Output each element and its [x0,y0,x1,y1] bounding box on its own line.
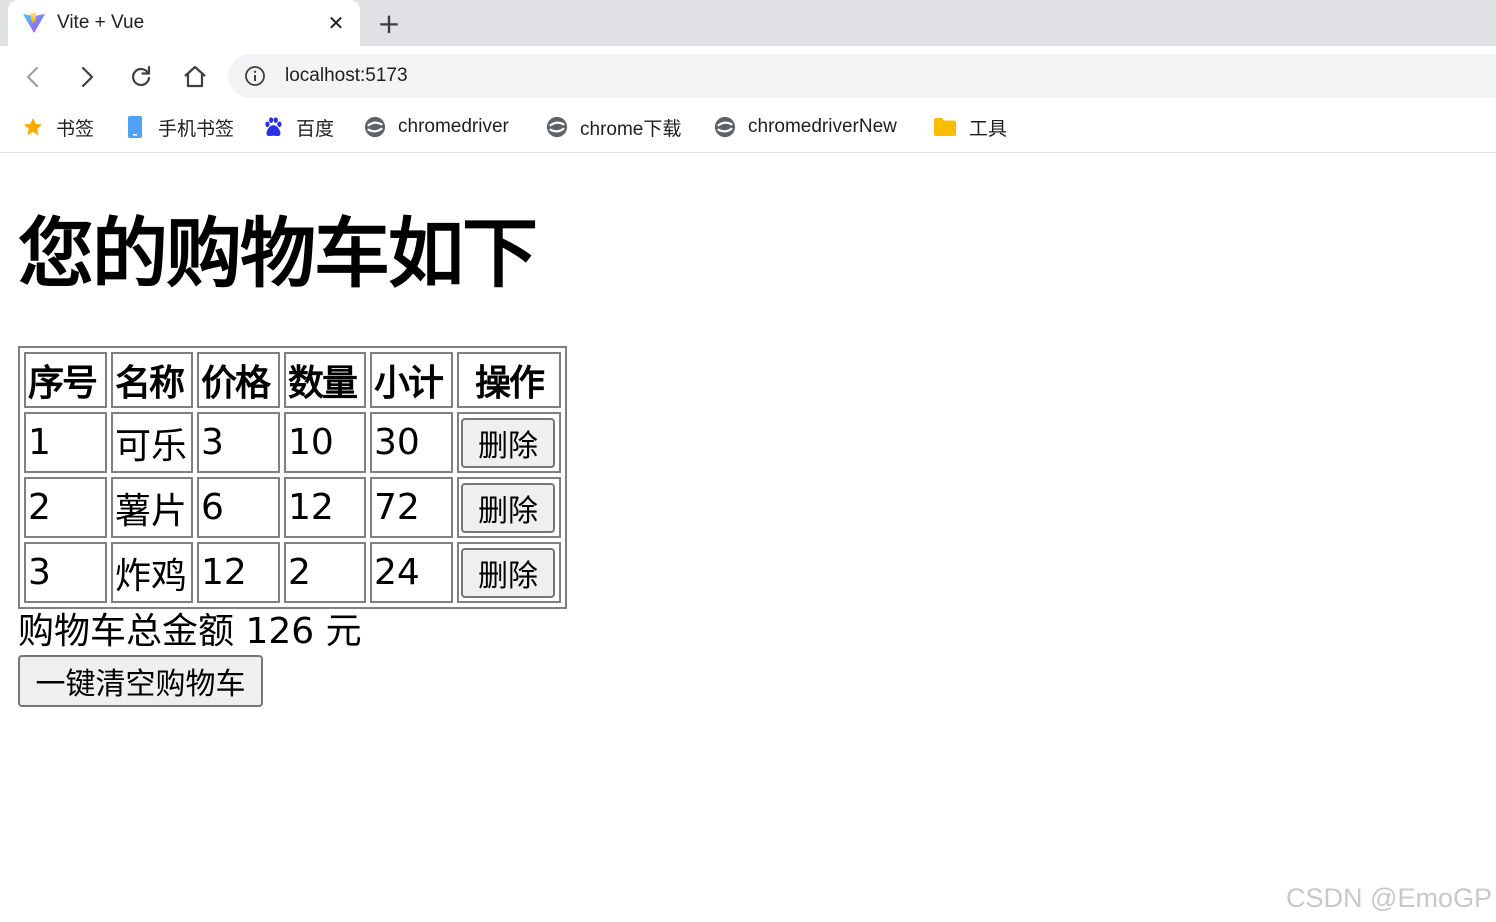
cell-price: 12 [197,542,280,603]
cell-price: 6 [197,477,280,538]
clear-cart-button[interactable]: 一键清空购物车 [18,655,263,707]
bookmark-label: chromedriver [398,116,509,137]
delete-button[interactable]: 删除 [461,482,555,533]
bookmark-shuqian[interactable]: 书签 [22,115,95,140]
watermark: CSDN @EmoGP [1286,883,1492,913]
tab-vite-vue[interactable]: Vite + Vue ✕ [8,0,360,46]
page-title: 您的购物车如下 [18,209,538,298]
browser-window: Vite + Vue ✕ + localhost:5173 书签 手机书签 百度… [0,0,1496,922]
header-quantity: 数量 [284,352,366,408]
browser-toolbar: localhost:5173 [0,46,1496,106]
delete-button[interactable]: 删除 [461,547,555,598]
cell-action: 删除 [457,542,561,603]
bookmark-label: chrome下载 [580,118,682,140]
bookmark-label: 手机书签 [158,118,235,140]
cell-action: 删除 [457,477,561,538]
cell-action: 删除 [457,412,561,473]
table-row: 3 炸鸡 12 2 24 删除 [24,542,561,603]
cell-name: 可乐 [111,412,193,473]
bookmark-label: 百度 [296,118,335,140]
cell-id: 1 [24,412,107,473]
bookmark-baidu[interactable]: 百度 [262,115,335,140]
cell-id: 2 [24,477,107,538]
table-header-row: 序号 名称 价格 数量 小计 操作 [24,352,561,408]
bookmark-label: chromedriverNew [748,116,897,137]
site-info-icon[interactable] [244,65,266,87]
header-action: 操作 [457,352,561,408]
address-bar[interactable]: localhost:5173 [228,54,1496,98]
table-row: 1 可乐 3 10 30 删除 [24,412,561,473]
bookmark-chrome-download[interactable]: chrome下载 [546,115,682,140]
cell-subtotal: 72 [370,477,453,538]
header-name: 名称 [111,352,193,408]
chromedriver-icon [546,116,568,138]
page-content: 您的购物车如下 序号 名称 价格 数量 小计 操作 1 可乐 3 10 30 删… [0,153,1496,922]
cell-subtotal: 30 [370,412,453,473]
bookmark-label: 书签 [56,118,95,140]
tab-title: Vite + Vue [57,12,145,33]
folder-icon [934,118,956,136]
cell-subtotal: 24 [370,542,453,603]
home-icon[interactable] [180,62,210,92]
baidu-paw-icon [265,117,282,137]
cell-name: 炸鸡 [111,542,193,603]
bookmark-chromedriver[interactable]: chromedriver [364,115,509,139]
cell-quantity: 10 [284,412,366,473]
tab-close-icon[interactable]: ✕ [324,11,348,35]
bookmark-chromedriver-new[interactable]: chromedriverNew [714,115,897,139]
header-id: 序号 [24,352,107,408]
bookmark-folder-tools[interactable]: 工具 [933,115,1008,140]
cell-price: 3 [197,412,280,473]
delete-button[interactable]: 删除 [461,417,555,468]
tab-strip: Vite + Vue ✕ + [0,0,1496,46]
header-price: 价格 [197,352,280,408]
bookmark-label: 工具 [969,118,1008,140]
back-arrow-icon[interactable] [18,62,48,92]
address-url: localhost:5173 [285,65,408,86]
bookmark-mobile[interactable]: 手机书签 [124,115,235,140]
new-tab-button[interactable]: + [374,9,404,39]
bookmarks-bar: 书签 手机书签 百度 chromedriver chrome下载 chromed… [0,106,1496,153]
table-row: 2 薯片 6 12 72 删除 [24,477,561,538]
cell-name: 薯片 [111,477,193,538]
cell-quantity: 2 [284,542,366,603]
cart-total-text: 购物车总金额 126 元 [18,611,362,652]
vite-logo-icon [23,12,45,33]
cell-id: 3 [24,542,107,603]
chromedriver-icon [714,116,736,138]
reload-icon[interactable] [126,62,156,92]
cart-table: 序号 名称 价格 数量 小计 操作 1 可乐 3 10 30 删除 2 薯片 6… [18,346,567,609]
mobile-icon [128,116,142,138]
forward-arrow-icon[interactable] [72,62,102,92]
chromedriver-icon [364,116,386,138]
header-subtotal: 小计 [370,352,453,408]
star-icon [23,117,43,136]
cell-quantity: 12 [284,477,366,538]
